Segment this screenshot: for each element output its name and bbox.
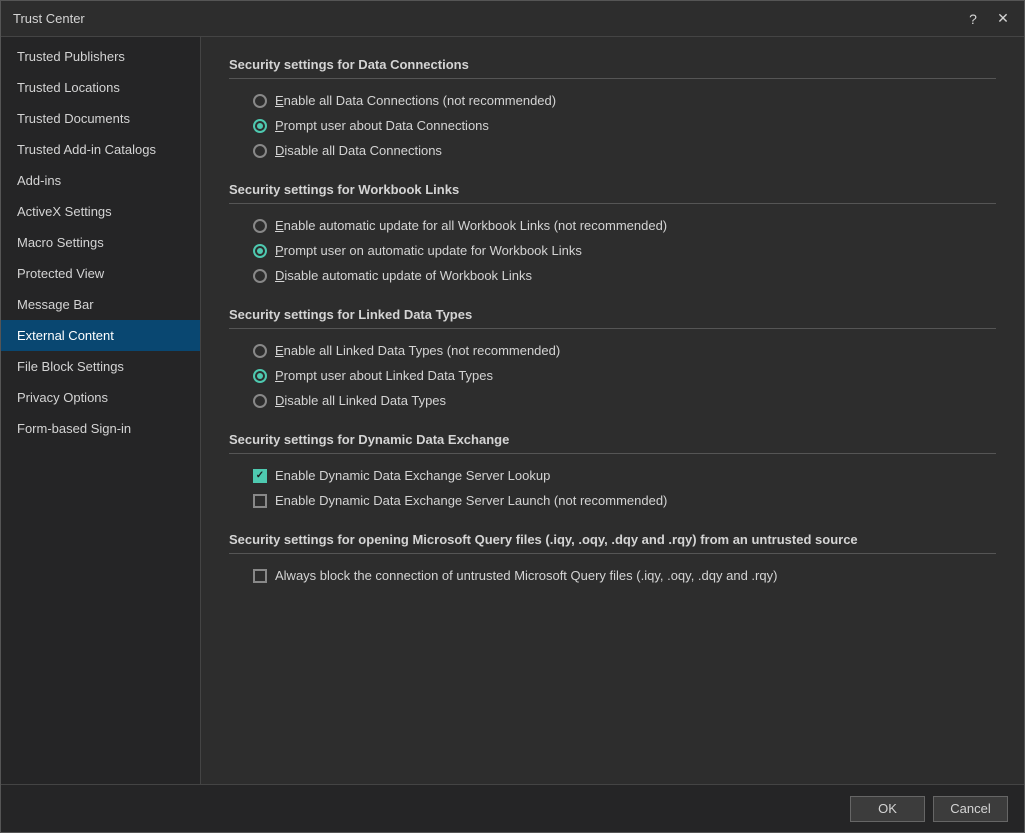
dialog-footer: OK Cancel <box>1 784 1024 832</box>
section-divider-microsoft-query <box>229 553 996 554</box>
option-ldt-disable[interactable]: Disable all Linked Data Types <box>253 393 996 408</box>
option-dc-enable[interactable]: Enable all Data Connections (not recomme… <box>253 93 996 108</box>
sidebar-item-trusted-publishers[interactable]: Trusted Publishers <box>1 41 200 72</box>
option-dc-prompt[interactable]: Prompt user about Data Connections <box>253 118 996 133</box>
option-label-dc-disable: Disable all Data Connections <box>275 143 442 158</box>
section-workbook-links: Security settings for Workbook Links Enab… <box>229 182 996 283</box>
radio-wl-disable[interactable] <box>253 269 267 283</box>
title-bar: Trust Center ? ✕ <box>1 1 1024 37</box>
sidebar-item-form-signin[interactable]: Form-based Sign-in <box>1 413 200 444</box>
checkbox-dde-lookup[interactable] <box>253 469 267 483</box>
cancel-button[interactable]: Cancel <box>933 796 1008 822</box>
option-dc-disable[interactable]: Disable all Data Connections <box>253 143 996 158</box>
section-title-dynamic-data-exchange: Security settings for Dynamic Data Excha… <box>229 432 996 447</box>
sidebar-item-trusted-locations[interactable]: Trusted Locations <box>1 72 200 103</box>
radio-dc-enable[interactable] <box>253 94 267 108</box>
radio-ldt-enable[interactable] <box>253 344 267 358</box>
section-divider-workbook-links <box>229 203 996 204</box>
sidebar-item-trusted-addins[interactable]: Trusted Add-in Catalogs <box>1 134 200 165</box>
option-label-wl-prompt: Prompt user on automatic update for Work… <box>275 243 582 258</box>
sidebar-item-activex[interactable]: ActiveX Settings <box>1 196 200 227</box>
section-linked-data-types: Security settings for Linked Data Types E… <box>229 307 996 408</box>
option-wl-prompt[interactable]: Prompt user on automatic update for Work… <box>253 243 996 258</box>
ok-button[interactable]: OK <box>850 796 925 822</box>
option-label-dc-enable: Enable all Data Connections (not recomme… <box>275 93 556 108</box>
option-group-workbook-links: Enable automatic update for all Workbook… <box>229 218 996 283</box>
title-bar-left: Trust Center <box>13 11 85 26</box>
help-button[interactable]: ? <box>960 6 986 32</box>
radio-dc-disable[interactable] <box>253 144 267 158</box>
sidebar-item-trusted-documents[interactable]: Trusted Documents <box>1 103 200 134</box>
section-title-workbook-links: Security settings for Workbook Links <box>229 182 996 197</box>
radio-ldt-disable[interactable] <box>253 394 267 408</box>
sidebar-item-privacy[interactable]: Privacy Options <box>1 382 200 413</box>
checkbox-dde-launch[interactable] <box>253 494 267 508</box>
radio-ldt-prompt[interactable] <box>253 369 267 383</box>
option-group-linked-data-types: Enable all Linked Data Types (not recomm… <box>229 343 996 408</box>
dialog-body: Trusted PublishersTrusted LocationsTrust… <box>1 37 1024 784</box>
section-divider-linked-data-types <box>229 328 996 329</box>
close-button[interactable]: ✕ <box>990 6 1016 32</box>
dialog-title: Trust Center <box>13 11 85 26</box>
option-dde-lookup[interactable]: Enable Dynamic Data Exchange Server Look… <box>253 468 996 483</box>
section-data-connections: Security settings for Data Connections En… <box>229 57 996 158</box>
option-label-dde-lookup: Enable Dynamic Data Exchange Server Look… <box>275 468 550 483</box>
option-group-dynamic-data-exchange: Enable Dynamic Data Exchange Server Look… <box>229 468 996 508</box>
option-label-wl-enable: Enable automatic update for all Workbook… <box>275 218 667 233</box>
option-label-dde-launch: Enable Dynamic Data Exchange Server Laun… <box>275 493 667 508</box>
sidebar: Trusted PublishersTrusted LocationsTrust… <box>1 37 201 784</box>
option-group-microsoft-query: Always block the connection of untrusted… <box>229 568 996 583</box>
option-label-mq-block: Always block the connection of untrusted… <box>275 568 777 583</box>
option-mq-block[interactable]: Always block the connection of untrusted… <box>253 568 996 583</box>
section-divider-dynamic-data-exchange <box>229 453 996 454</box>
radio-wl-enable[interactable] <box>253 219 267 233</box>
option-label-ldt-enable: Enable all Linked Data Types (not recomm… <box>275 343 560 358</box>
section-microsoft-query: Security settings for opening Microsoft … <box>229 532 996 583</box>
option-label-wl-disable: Disable automatic update of Workbook Lin… <box>275 268 532 283</box>
trust-center-dialog: Trust Center ? ✕ Trusted PublishersTrust… <box>0 0 1025 833</box>
checkbox-mq-block[interactable] <box>253 569 267 583</box>
option-wl-enable[interactable]: Enable automatic update for all Workbook… <box>253 218 996 233</box>
radio-dc-prompt[interactable] <box>253 119 267 133</box>
content-area: Security settings for Data Connections En… <box>201 37 1024 784</box>
sidebar-item-addins[interactable]: Add-ins <box>1 165 200 196</box>
section-dynamic-data-exchange: Security settings for Dynamic Data Excha… <box>229 432 996 508</box>
section-title-microsoft-query: Security settings for opening Microsoft … <box>229 532 996 547</box>
radio-wl-prompt[interactable] <box>253 244 267 258</box>
section-divider-data-connections <box>229 78 996 79</box>
option-ldt-enable[interactable]: Enable all Linked Data Types (not recomm… <box>253 343 996 358</box>
option-ldt-prompt[interactable]: Prompt user about Linked Data Types <box>253 368 996 383</box>
sidebar-item-protected-view[interactable]: Protected View <box>1 258 200 289</box>
option-label-dc-prompt: Prompt user about Data Connections <box>275 118 489 133</box>
option-label-ldt-prompt: Prompt user about Linked Data Types <box>275 368 493 383</box>
title-bar-right: ? ✕ <box>960 6 1016 32</box>
section-title-data-connections: Security settings for Data Connections <box>229 57 996 72</box>
sidebar-item-macro[interactable]: Macro Settings <box>1 227 200 258</box>
section-title-linked-data-types: Security settings for Linked Data Types <box>229 307 996 322</box>
option-label-ldt-disable: Disable all Linked Data Types <box>275 393 446 408</box>
option-wl-disable[interactable]: Disable automatic update of Workbook Lin… <box>253 268 996 283</box>
sidebar-item-message-bar[interactable]: Message Bar <box>1 289 200 320</box>
sidebar-item-external-content[interactable]: External Content <box>1 320 200 351</box>
option-group-data-connections: Enable all Data Connections (not recomme… <box>229 93 996 158</box>
sidebar-item-file-block[interactable]: File Block Settings <box>1 351 200 382</box>
option-dde-launch[interactable]: Enable Dynamic Data Exchange Server Laun… <box>253 493 996 508</box>
